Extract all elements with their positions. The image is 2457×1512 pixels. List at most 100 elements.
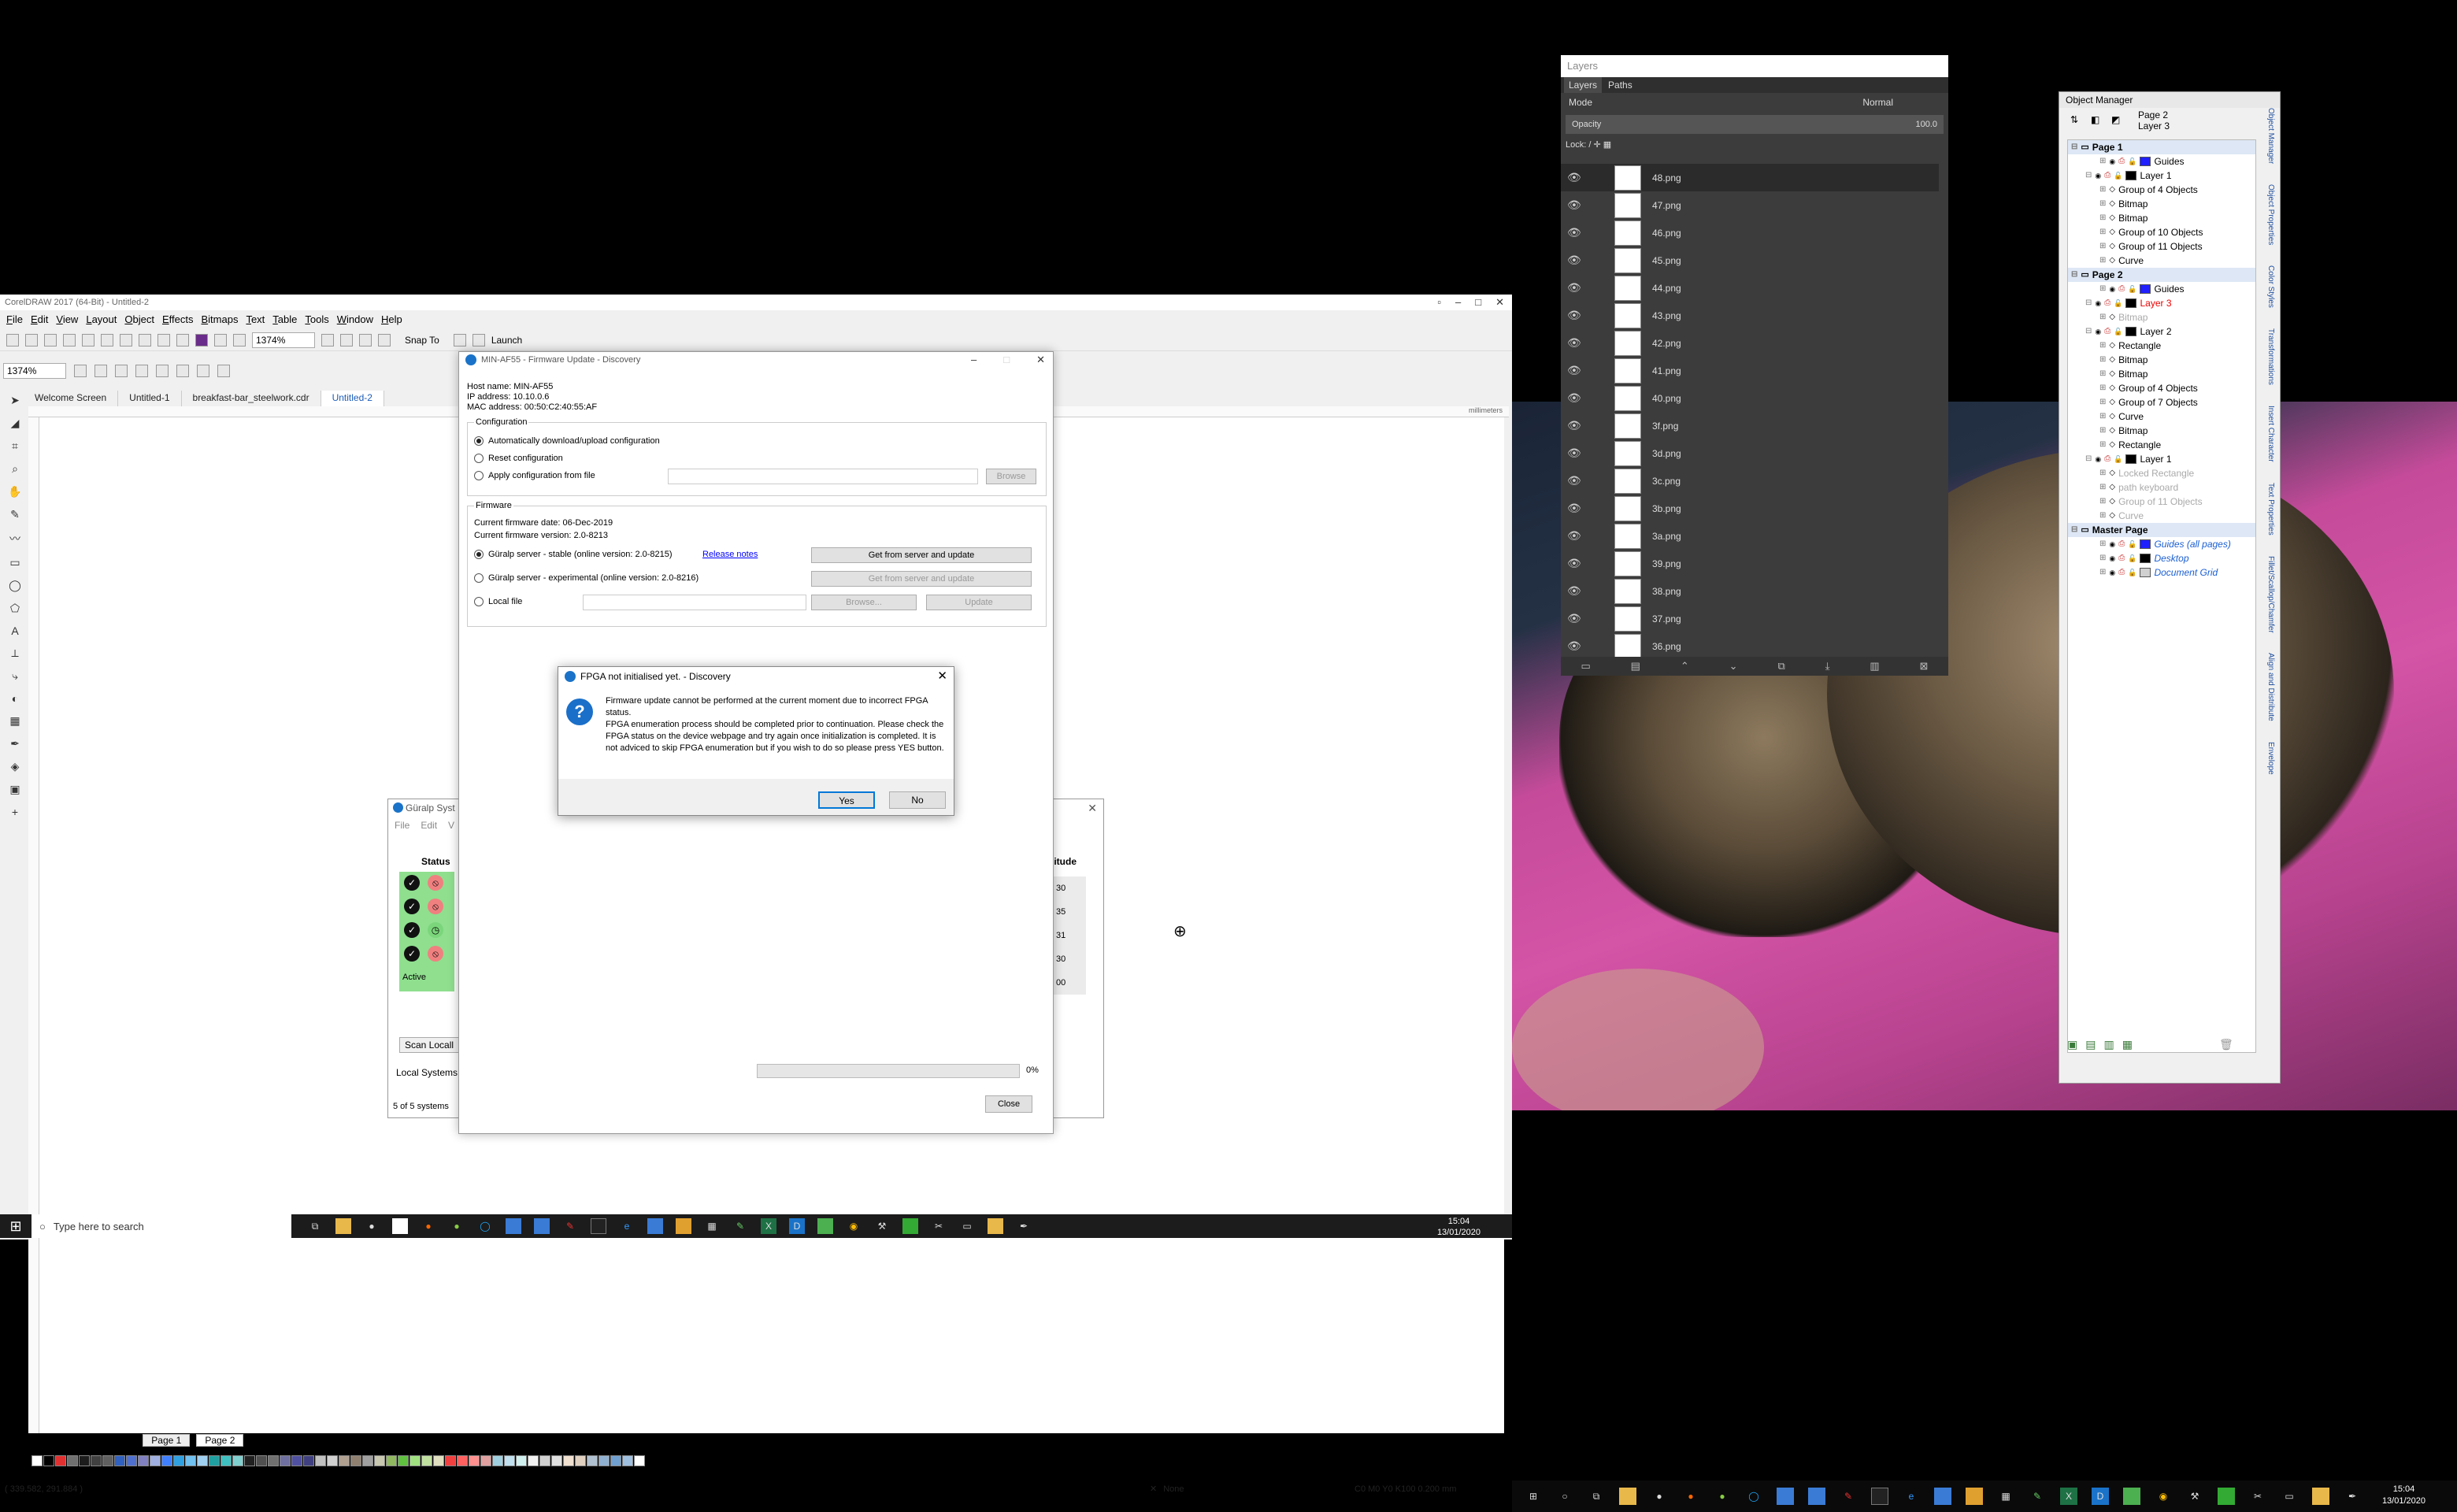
pick-tool-icon[interactable]: ➤ [10,394,20,407]
screen-icon[interactable] [1808,1488,1825,1505]
inkscape-icon[interactable]: ● [449,1218,465,1234]
taskbar-search[interactable]: ○ Type here to search [32,1214,291,1238]
printer-icon[interactable]: ⎙ [2104,324,2110,339]
undo-icon[interactable] [158,333,170,346]
color-swatch[interactable] [587,1455,598,1466]
color-swatch[interactable] [150,1455,161,1466]
wrench-icon[interactable]: ✂ [2249,1488,2266,1505]
task-view-icon[interactable]: ⧉ [1588,1488,1605,1505]
expand-icon[interactable]: ⊞ [2099,495,2106,509]
yes-button[interactable]: Yes [818,791,875,809]
zoom-page-icon[interactable] [156,365,169,377]
expand-icon[interactable]: ⊞ [2099,537,2106,551]
color-swatch[interactable] [539,1455,550,1466]
prev-page-icon[interactable]: ◀ [55,1435,62,1446]
radio-icon[interactable] [474,454,484,464]
visibility-eye-icon[interactable]: 👁 [1567,557,1583,570]
full-screen-icon[interactable] [321,333,334,346]
photos-icon[interactable] [506,1218,521,1234]
tree-object-node[interactable]: ⊞ ◉ ⎙ 🔓 Desktop [2068,551,2255,565]
expand-icon[interactable]: ⊞ [2099,197,2106,211]
camera-icon[interactable] [2218,1488,2235,1505]
config-file-input[interactable] [668,469,978,485]
layer-row[interactable]: 👁 3f.png [1561,412,1939,439]
launch-dropdown[interactable]: Launch [491,335,522,346]
tree-object-node[interactable]: ⊞ ◉ ⎙ 🔓 Guides [2068,282,2255,296]
sheets-icon[interactable] [2123,1488,2140,1505]
freehand-tool-icon[interactable]: ✎ [10,508,20,521]
get-update-button[interactable]: Get from server and update [811,547,1032,563]
layer-properties-icon[interactable]: ◧ [2091,114,2099,125]
layer-row[interactable]: 👁 3c.png [1561,467,1939,495]
layer-color-swatch[interactable] [2140,554,2151,563]
zoom-tool-icon[interactable]: ⌕ [12,462,18,476]
monitor-icon[interactable]: ▭ [2281,1488,2298,1505]
docker-tab[interactable]: Object Manager [2266,108,2275,164]
color-swatch[interactable] [91,1455,102,1466]
mode-select[interactable]: Normal [1862,93,1893,112]
layer-color-swatch[interactable] [2140,539,2151,549]
color-swatch[interactable] [303,1455,314,1466]
color-swatch[interactable] [575,1455,586,1466]
printer-icon[interactable]: ⎙ [2118,565,2125,580]
printer-icon[interactable]: ⎙ [2104,169,2110,183]
release-notes-link[interactable]: Release notes [702,550,758,559]
expand-icon[interactable]: ⊞ [2099,154,2106,169]
color-swatch[interactable] [480,1455,491,1466]
layer-row[interactable]: 👁 36.png [1561,632,1939,660]
document-tab[interactable]: Untitled-2 [321,391,384,406]
skype-icon[interactable]: ◯ [1745,1488,1762,1505]
docker-tab[interactable]: Color Styles [2266,265,2275,308]
chrome-icon[interactable]: ◉ [846,1218,862,1234]
color-swatch[interactable] [291,1455,302,1466]
color-swatch[interactable] [610,1455,621,1466]
zoom-height-icon[interactable] [197,365,209,377]
tree-object-node[interactable]: ⊞ ◇ Locked Rectangle [2068,466,2255,480]
lock-icon[interactable]: 🔓 [2128,154,2136,169]
expand-icon[interactable]: ⊟ [2071,268,2077,282]
document-tab[interactable]: Untitled-1 [118,391,182,406]
expand-icon[interactable]: ⊞ [2099,211,2106,225]
expand-icon[interactable]: ⊞ [2099,367,2106,381]
lock-icon[interactable]: 🔓 [2114,452,2122,466]
color-swatch[interactable] [244,1455,255,1466]
artistic-media-icon[interactable]: 〰 [9,531,20,547]
update-button[interactable]: Update [926,595,1032,611]
menu-file[interactable]: File [395,817,410,834]
get-update-experimental-button[interactable]: Get from server and update [811,571,1032,587]
expand-icon[interactable]: ⊞ [2099,183,2106,197]
tree-object-node[interactable]: ⊞ ◇ Rectangle [2068,339,2255,353]
layer-row[interactable]: 👁 3b.png [1561,495,1939,522]
visibility-eye-icon[interactable]: 👁 [1567,226,1583,239]
lower-layer-icon[interactable]: ⌄ [1729,657,1738,676]
local-file-input[interactable] [583,595,806,611]
layer-row[interactable]: 👁 37.png [1561,605,1939,632]
layer-row[interactable]: 👁 46.png [1561,219,1939,246]
tree-object-node[interactable]: ⊞ ◇ Group of 11 Objects [2068,495,2255,509]
visibility-eye-icon[interactable]: 👁 [1567,419,1583,432]
color-swatch[interactable] [563,1455,574,1466]
color-swatch[interactable] [102,1455,113,1466]
export-icon[interactable] [233,333,246,346]
ellipse-tool-icon[interactable]: ◯ [9,579,21,592]
visibility-eye-icon[interactable]: ◉ [2109,154,2115,169]
color-swatch[interactable] [386,1455,397,1466]
apply-config-option[interactable]: Apply configuration from file Browse [474,469,1040,485]
opacity-slider[interactable]: Opacity 100.0 [1566,115,1944,134]
visibility-eye-icon[interactable]: ◉ [2095,324,2101,339]
color-swatch[interactable] [173,1455,184,1466]
document-icon[interactable] [392,1218,408,1234]
tree-object-node[interactable]: ⊞ ◇ Bitmap [2068,424,2255,438]
visibility-eye-icon[interactable]: ◉ [2095,169,2101,183]
layer-row[interactable]: 👁 42.png [1561,329,1939,357]
layer-row[interactable]: 👁 3a.png [1561,522,1939,550]
layer-row[interactable]: 👁 38.png [1561,577,1939,605]
lock-icon[interactable]: 🔓 [2114,324,2122,339]
zoom-combo[interactable]: 1374% [252,332,315,348]
tab-paths[interactable]: Paths [1608,77,1632,93]
app-icon[interactable]: ● [364,1218,380,1234]
tree-object-node[interactable]: ⊞ ◇ Group of 4 Objects [2068,183,2255,197]
visibility-eye-icon[interactable]: ◉ [2109,537,2115,551]
tree-object-node[interactable]: ⊞ ◇ Curve [2068,254,2255,268]
tree-object-node[interactable]: ⊞ ◇ path keyboard [2068,480,2255,495]
